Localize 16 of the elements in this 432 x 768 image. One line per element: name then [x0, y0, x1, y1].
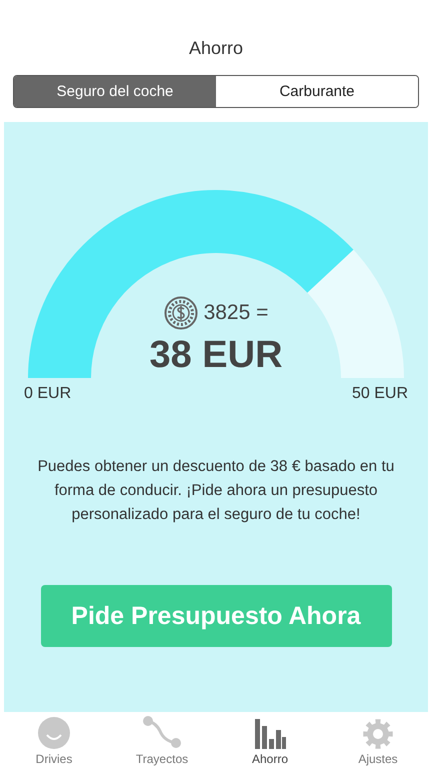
smiley-icon: [38, 717, 70, 749]
bar-chart-icon: [254, 717, 286, 749]
amount-text: 38 EUR: [149, 334, 283, 377]
settings-icon: [363, 719, 393, 749]
points-text: 3825 =: [204, 301, 268, 325]
route-icon: [142, 715, 182, 749]
coin-icon: [164, 296, 198, 330]
max-label: 50 EUR: [352, 385, 408, 403]
tab-bar-item[interactable]: Ajustes: [324, 712, 432, 768]
min-label: 0 EUR: [24, 385, 72, 403]
tab-bar-item[interactable]: Drivies: [0, 712, 108, 768]
tab-bar-item[interactable]: Trayectos: [108, 712, 216, 768]
segment-tab[interactable]: Seguro del coche: [14, 76, 216, 107]
screen-title: Ahorro: [188, 38, 244, 59]
tab-bar-item[interactable]: Ahorro: [216, 712, 324, 768]
discount-message: Puedes obtener un descuento de 38 € basado en tu forma de conducir. ¡Pide ahora un presupuesto personalizado para el seguro de tu coche!: [36, 457, 396, 525]
